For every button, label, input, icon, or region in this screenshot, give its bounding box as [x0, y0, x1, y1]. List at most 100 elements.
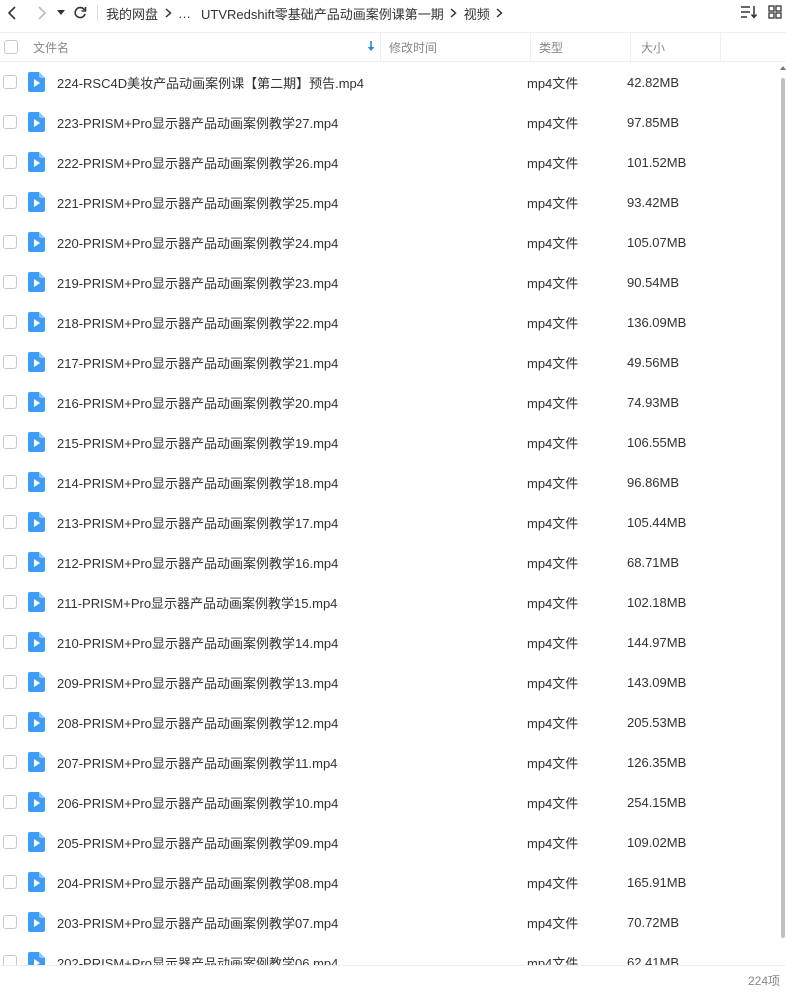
file-name[interactable]: 218-PRISM+Pro显示器产品动画案例教学22.mp4 [57, 313, 527, 332]
table-row[interactable]: 212-PRISM+Pro显示器产品动画案例教学16.mp4 mp4文件 68.71… [0, 542, 780, 582]
row-checkbox[interactable] [3, 475, 17, 489]
row-checkbox[interactable] [3, 875, 17, 889]
table-row[interactable]: 215-PRISM+Pro显示器产品动画案例教学19.mp4 mp4文件 106.5… [0, 422, 780, 462]
row-checkbox[interactable] [3, 675, 17, 689]
file-name[interactable]: 216-PRISM+Pro显示器产品动画案例教学20.mp4 [57, 393, 527, 412]
row-checkbox[interactable] [3, 915, 17, 929]
sort-button[interactable] [740, 5, 758, 22]
table-row[interactable]: 222-PRISM+Pro显示器产品动画案例教学26.mp4 mp4文件 101.5… [0, 142, 780, 182]
row-checkbox-cell [0, 675, 20, 689]
file-size: 143.09MB [627, 674, 687, 690]
table-row[interactable]: 204-PRISM+Pro显示器产品动画案例教学08.mp4 mp4文件 165.9… [0, 862, 780, 902]
video-file-icon [28, 392, 45, 412]
row-checkbox[interactable] [3, 155, 17, 169]
table-row[interactable]: 210-PRISM+Pro显示器产品动画案例教学14.mp4 mp4文件 144.9… [0, 622, 780, 662]
row-checkbox[interactable] [3, 715, 17, 729]
column-name[interactable]: 文件名 [24, 32, 381, 62]
breadcrumb-item[interactable]: 我的网盘 [106, 4, 158, 23]
scrollbar-thumb[interactable] [781, 78, 785, 938]
row-checkbox[interactable] [3, 755, 17, 769]
table-row[interactable]: 223-PRISM+Pro显示器产品动画案例教学27.mp4 mp4文件 97.85… [0, 102, 780, 142]
column-type[interactable]: 类型 [531, 32, 631, 62]
file-name[interactable]: 202-PRISM+Pro显示器产品动画案例教学06.mp4 [57, 953, 527, 966]
file-name[interactable]: 210-PRISM+Pro显示器产品动画案例教学14.mp4 [57, 633, 527, 652]
table-row[interactable]: 211-PRISM+Pro显示器产品动画案例教学15.mp4 mp4文件 102.1… [0, 582, 780, 622]
row-checkbox[interactable] [3, 75, 17, 89]
file-name[interactable]: 219-PRISM+Pro显示器产品动画案例教学23.mp4 [57, 273, 527, 292]
breadcrumb-item[interactable]: … [178, 6, 191, 21]
row-checkbox[interactable] [3, 115, 17, 129]
refresh-button[interactable] [69, 0, 91, 26]
row-checkbox[interactable] [3, 435, 17, 449]
file-name[interactable]: 221-PRISM+Pro显示器产品动画案例教学25.mp4 [57, 193, 527, 212]
column-modified[interactable]: 修改时间 [381, 32, 531, 62]
table-row[interactable]: 213-PRISM+Pro显示器产品动画案例教学17.mp4 mp4文件 105.4… [0, 502, 780, 542]
video-file-icon [28, 832, 45, 852]
table-row[interactable]: 219-PRISM+Pro显示器产品动画案例教学23.mp4 mp4文件 90.54… [0, 262, 780, 302]
scroll-up-arrow-icon[interactable] [780, 65, 786, 71]
video-file-icon [28, 872, 45, 892]
forward-button[interactable] [31, 0, 53, 26]
vertical-scrollbar[interactable] [780, 62, 786, 946]
file-name[interactable]: 206-PRISM+Pro显示器产品动画案例教学10.mp4 [57, 793, 527, 812]
file-name[interactable]: 212-PRISM+Pro显示器产品动画案例教学16.mp4 [57, 553, 527, 572]
back-button[interactable] [1, 0, 23, 26]
row-checkbox[interactable] [3, 395, 17, 409]
row-checkbox[interactable] [3, 235, 17, 249]
table-row[interactable]: 206-PRISM+Pro显示器产品动画案例教学10.mp4 mp4文件 254.1… [0, 782, 780, 822]
file-name[interactable]: 205-PRISM+Pro显示器产品动画案例教学09.mp4 [57, 833, 527, 852]
file-name[interactable]: 214-PRISM+Pro显示器产品动画案例教学18.mp4 [57, 473, 527, 492]
file-name[interactable]: 211-PRISM+Pro显示器产品动画案例教学15.mp4 [57, 593, 527, 612]
grid-view-button[interactable] [768, 4, 782, 22]
file-name[interactable]: 204-PRISM+Pro显示器产品动画案例教学08.mp4 [57, 873, 527, 892]
history-dropdown-button[interactable] [53, 0, 69, 26]
file-name[interactable]: 222-PRISM+Pro显示器产品动画案例教学26.mp4 [57, 153, 527, 172]
row-checkbox[interactable] [3, 635, 17, 649]
table-row[interactable]: 203-PRISM+Pro显示器产品动画案例教学07.mp4 mp4文件 70.72… [0, 902, 780, 942]
row-checkbox[interactable] [3, 515, 17, 529]
file-name[interactable]: 224-RSC4D美妆产品动画案例课【第二期】预告.mp4 [57, 73, 527, 92]
table-row[interactable]: 207-PRISM+Pro显示器产品动画案例教学11.mp4 mp4文件 126.3… [0, 742, 780, 782]
file-name[interactable]: 207-PRISM+Pro显示器产品动画案例教学11.mp4 [57, 753, 527, 772]
file-name[interactable]: 215-PRISM+Pro显示器产品动画案例教学19.mp4 [57, 433, 527, 452]
row-checkbox[interactable] [3, 835, 17, 849]
table-row[interactable]: 209-PRISM+Pro显示器产品动画案例教学13.mp4 mp4文件 143.0… [0, 662, 780, 702]
file-name[interactable]: 209-PRISM+Pro显示器产品动画案例教学13.mp4 [57, 673, 527, 692]
file-name[interactable]: 213-PRISM+Pro显示器产品动画案例教学17.mp4 [57, 513, 527, 532]
file-name[interactable]: 223-PRISM+Pro显示器产品动画案例教学27.mp4 [57, 113, 527, 132]
table-row[interactable]: 214-PRISM+Pro显示器产品动画案例教学18.mp4 mp4文件 96.86… [0, 462, 780, 502]
breadcrumb-item[interactable]: UTVRedshift零基础产品动画案例课第一期 [201, 4, 444, 23]
row-checkbox[interactable] [3, 795, 17, 809]
row-checkbox[interactable] [3, 355, 17, 369]
table-row[interactable]: 202-PRISM+Pro显示器产品动画案例教学06.mp4 mp4文件 62.41… [0, 942, 780, 965]
table-row[interactable]: 216-PRISM+Pro显示器产品动画案例教学20.mp4 mp4文件 74.93… [0, 382, 780, 422]
table-row[interactable]: 220-PRISM+Pro显示器产品动画案例教学24.mp4 mp4文件 105.0… [0, 222, 780, 262]
table-row[interactable]: 221-PRISM+Pro显示器产品动画案例教学25.mp4 mp4文件 93.42… [0, 182, 780, 222]
select-all-checkbox[interactable] [4, 40, 18, 54]
row-checkbox[interactable] [3, 195, 17, 209]
row-checkbox[interactable] [3, 955, 17, 965]
column-modified-label: 修改时间 [389, 40, 438, 55]
table-row[interactable]: 224-RSC4D美妆产品动画案例课【第二期】预告.mp4 mp4文件 42.82M… [0, 62, 780, 102]
file-size: 106.55MB [627, 434, 687, 450]
file-name[interactable]: 203-PRISM+Pro显示器产品动画案例教学07.mp4 [57, 913, 527, 932]
refresh-icon [74, 6, 87, 19]
row-checkbox[interactable] [3, 595, 17, 609]
table-row[interactable]: 205-PRISM+Pro显示器产品动画案例教学09.mp4 mp4文件 109.0… [0, 822, 780, 862]
file-name[interactable]: 217-PRISM+Pro显示器产品动画案例教学21.mp4 [57, 353, 527, 372]
table-row[interactable]: 208-PRISM+Pro显示器产品动画案例教学12.mp4 mp4文件 205.5… [0, 702, 780, 742]
table-row[interactable]: 218-PRISM+Pro显示器产品动画案例教学22.mp4 mp4文件 136.0… [0, 302, 780, 342]
file-name[interactable]: 208-PRISM+Pro显示器产品动画案例教学12.mp4 [57, 713, 527, 732]
column-size[interactable]: 大小 [631, 32, 721, 62]
row-checkbox-cell [0, 355, 20, 369]
chevron-left-icon [7, 6, 16, 20]
file-type: mp4文件 [527, 915, 579, 931]
file-size: 49.56MB [627, 354, 680, 370]
row-checkbox[interactable] [3, 555, 17, 569]
file-size: 144.97MB [627, 634, 687, 650]
breadcrumb-item[interactable]: 视频 [464, 4, 490, 23]
row-checkbox[interactable] [3, 275, 17, 289]
file-name[interactable]: 220-PRISM+Pro显示器产品动画案例教学24.mp4 [57, 233, 527, 252]
table-row[interactable]: 217-PRISM+Pro显示器产品动画案例教学21.mp4 mp4文件 49.56… [0, 342, 780, 382]
row-checkbox[interactable] [3, 315, 17, 329]
